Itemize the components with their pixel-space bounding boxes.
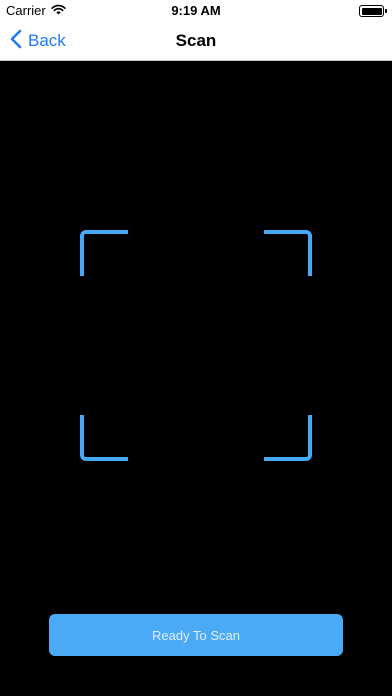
viewfinder-corner-bottom-right	[264, 415, 312, 461]
viewfinder-corner-top-right	[264, 230, 312, 276]
page-title: Scan	[175, 31, 217, 50]
battery-icon	[359, 5, 387, 17]
navigation-bar: Back Scan	[0, 22, 392, 61]
status-time: 9:19 AM	[171, 3, 221, 18]
viewfinder-corner-top-left	[80, 230, 128, 276]
viewfinder-corner-bottom-left	[80, 415, 128, 461]
ready-to-scan-button[interactable]: Ready To Scan	[49, 614, 343, 656]
scan-viewfinder: Ready To Scan	[0, 61, 392, 696]
status-bar: Carrier 9:19 AM	[0, 0, 392, 22]
